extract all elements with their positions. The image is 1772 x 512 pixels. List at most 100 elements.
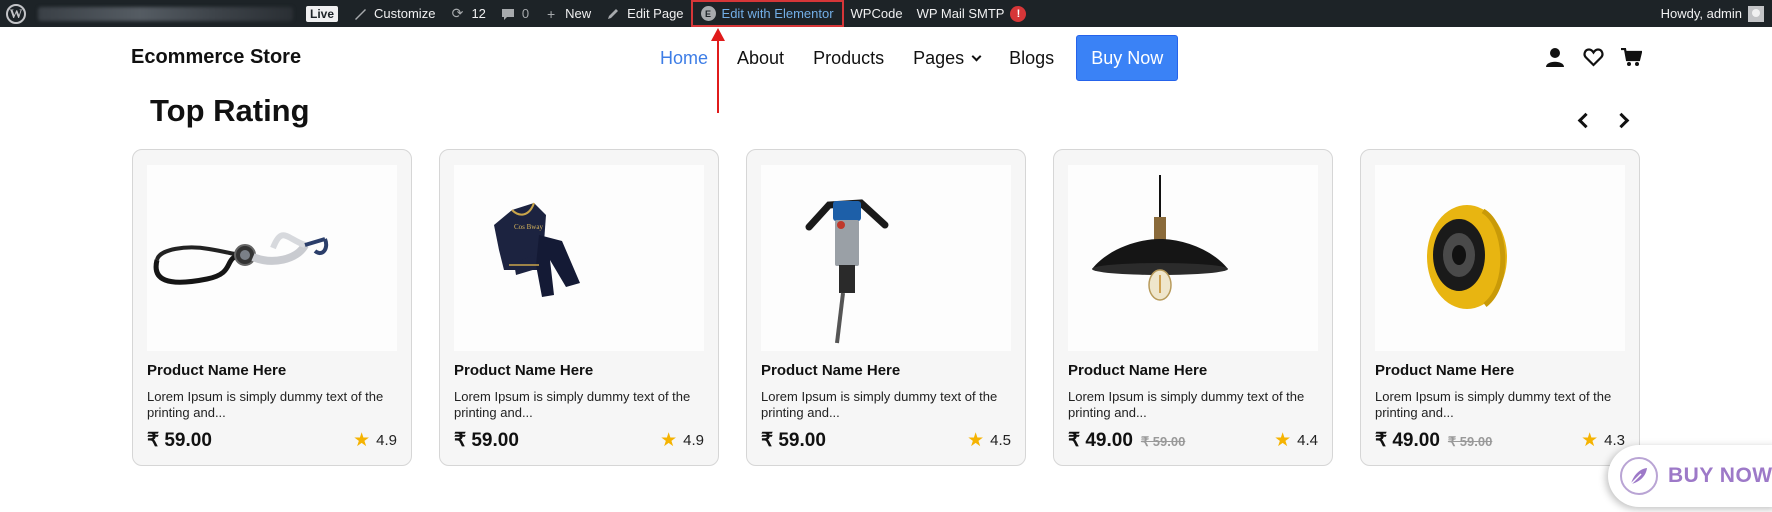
- product-description: Lorem Ipsum is simply dummy text of the …: [147, 389, 384, 420]
- site-title[interactable]: Ecommerce Store: [131, 46, 301, 69]
- edit-page-label: Edit Page: [627, 6, 684, 21]
- product-price: ₹ 59.00: [454, 429, 519, 452]
- floating-buy-now-button[interactable]: BUY NOW: [1608, 445, 1772, 507]
- price-current: ₹ 59.00: [761, 430, 826, 451]
- customize-link[interactable]: Customize: [345, 0, 442, 27]
- star-icon: ★: [967, 430, 985, 451]
- svg-text:Cos Bway: Cos Bway: [514, 223, 543, 231]
- updates-icon: ⟳: [451, 5, 464, 21]
- wordpress-logo-icon: W: [6, 3, 26, 24]
- heart-icon[interactable]: [1581, 45, 1605, 69]
- chevron-right-icon[interactable]: [1612, 108, 1636, 132]
- nav-products[interactable]: Products: [813, 48, 884, 69]
- feather-icon: [1620, 457, 1658, 495]
- product-card[interactable]: Cos Bway Product Name Here Lorem Ipsum i…: [439, 149, 719, 466]
- new-content-link[interactable]: + New: [536, 0, 598, 27]
- product-price: ₹ 49.00 ₹ 59.00: [1068, 429, 1185, 452]
- comments-link[interactable]: 0: [493, 0, 536, 27]
- edit-page-link[interactable]: Edit Page: [598, 0, 690, 27]
- product-name[interactable]: Product Name Here: [1375, 362, 1514, 379]
- floating-buy-now-label: BUY NOW: [1668, 464, 1772, 487]
- howdy-label: Howdy, admin: [1660, 6, 1742, 21]
- pencil-icon: [605, 6, 621, 22]
- edit-with-elementor-label: Edit with Elementor: [721, 6, 834, 21]
- product-carousel: Product Name Here Lorem Ipsum is simply …: [132, 149, 1667, 466]
- nav-about[interactable]: About: [737, 48, 784, 69]
- live-badge-item[interactable]: Live: [299, 0, 345, 27]
- product-description: Lorem Ipsum is simply dummy text of the …: [1375, 389, 1612, 420]
- header-icons: [1543, 45, 1657, 69]
- rating-value: 4.4: [1297, 432, 1318, 449]
- price-old: ₹ 59.00: [1447, 434, 1493, 449]
- product-description: Lorem Ipsum is simply dummy text of the …: [454, 389, 691, 420]
- comments-count: 0: [521, 6, 530, 21]
- product-name[interactable]: Product Name Here: [761, 362, 900, 379]
- yellow-speaker-image[interactable]: [1375, 165, 1625, 351]
- product-description: Lorem Ipsum is simply dummy text of the …: [1068, 389, 1305, 420]
- nav-pages-label: Pages: [913, 47, 965, 68]
- wordpress-logo-menu[interactable]: W: [0, 0, 32, 27]
- wpcode-link[interactable]: WPCode: [844, 0, 910, 27]
- price-current: ₹ 49.00: [1375, 430, 1440, 451]
- avatar: [1748, 5, 1764, 22]
- rating-value: 4.3: [1604, 432, 1625, 449]
- chevron-left-icon[interactable]: [1571, 108, 1595, 132]
- product-card[interactable]: Product Name Here Lorem Ipsum is simply …: [1053, 149, 1333, 466]
- elementor-icon: E: [700, 6, 716, 21]
- updates-link[interactable]: ⟳ 12: [442, 0, 492, 27]
- chevron-down-icon: [971, 51, 982, 61]
- nav-pages[interactable]: Pages: [913, 47, 982, 69]
- cart-icon[interactable]: [1619, 45, 1643, 69]
- main-nav: Home About Products Pages Blogs Buy Now: [660, 35, 1179, 81]
- plus-icon: +: [547, 5, 556, 22]
- wpcode-label: WPCode: [850, 6, 903, 21]
- price-current: ₹ 59.00: [147, 430, 212, 451]
- stethoscope-image[interactable]: [147, 165, 397, 351]
- new-label: New: [565, 6, 592, 21]
- product-rating: ★ 4.3: [1581, 429, 1625, 452]
- edit-with-elementor-link[interactable]: E Edit with Elementor: [690, 0, 844, 27]
- customize-label: Customize: [374, 6, 436, 21]
- comment-icon: [500, 6, 516, 22]
- wp-mail-smtp-link[interactable]: WP Mail SMTP !: [910, 0, 1034, 27]
- price-current: ₹ 49.00: [1068, 430, 1133, 451]
- product-card[interactable]: Product Name Here Lorem Ipsum is simply …: [132, 149, 412, 466]
- pendant-lamp-image[interactable]: [1068, 165, 1318, 351]
- live-badge: Live: [306, 5, 339, 22]
- product-name[interactable]: Product Name Here: [147, 362, 286, 379]
- rating-value: 4.5: [990, 432, 1011, 449]
- star-icon: ★: [353, 430, 371, 451]
- product-card[interactable]: Product Name Here Lorem Ipsum is simply …: [746, 149, 1026, 466]
- product-price: ₹ 59.00: [761, 429, 826, 452]
- star-icon: ★: [1274, 430, 1292, 451]
- product-rating: ★ 4.5: [967, 429, 1011, 452]
- product-rating: ★ 4.9: [660, 429, 704, 452]
- price-current: ₹ 59.00: [454, 430, 519, 451]
- buy-now-button[interactable]: Buy Now: [1076, 35, 1179, 81]
- product-price: ₹ 49.00 ₹ 59.00: [1375, 429, 1492, 452]
- product-price: ₹ 59.00: [147, 429, 212, 452]
- updates-count: 12: [471, 6, 486, 21]
- product-description: Lorem Ipsum is simply dummy text of the …: [761, 389, 998, 420]
- nav-blogs[interactable]: Blogs: [1009, 48, 1054, 69]
- site-name-blurred[interactable]: [38, 6, 293, 21]
- product-rating: ★ 4.4: [1274, 429, 1318, 452]
- alert-icon: !: [1010, 5, 1027, 22]
- nav-home[interactable]: Home: [660, 48, 708, 69]
- product-rating: ★ 4.9: [353, 429, 397, 452]
- wp-mail-smtp-label: WP Mail SMTP: [916, 6, 1005, 21]
- my-account-link[interactable]: Howdy, admin: [1654, 0, 1772, 27]
- product-name[interactable]: Product Name Here: [454, 362, 593, 379]
- product-name[interactable]: Product Name Here: [1068, 362, 1207, 379]
- star-icon: ★: [660, 430, 678, 451]
- price-old: ₹ 59.00: [1140, 434, 1186, 449]
- rating-value: 4.9: [376, 432, 397, 449]
- rating-value: 4.9: [683, 432, 704, 449]
- section-title: Top Rating: [150, 93, 310, 128]
- admin-bar: W Live Customize ⟳ 12 0 + New Edit Page …: [0, 0, 1772, 27]
- user-icon[interactable]: [1543, 45, 1567, 69]
- kids-tracksuit-image[interactable]: Cos Bway: [454, 165, 704, 351]
- product-card[interactable]: Product Name Here Lorem Ipsum is simply …: [1360, 149, 1640, 466]
- brush-icon: [352, 6, 368, 22]
- jackhammer-image[interactable]: [761, 165, 1011, 351]
